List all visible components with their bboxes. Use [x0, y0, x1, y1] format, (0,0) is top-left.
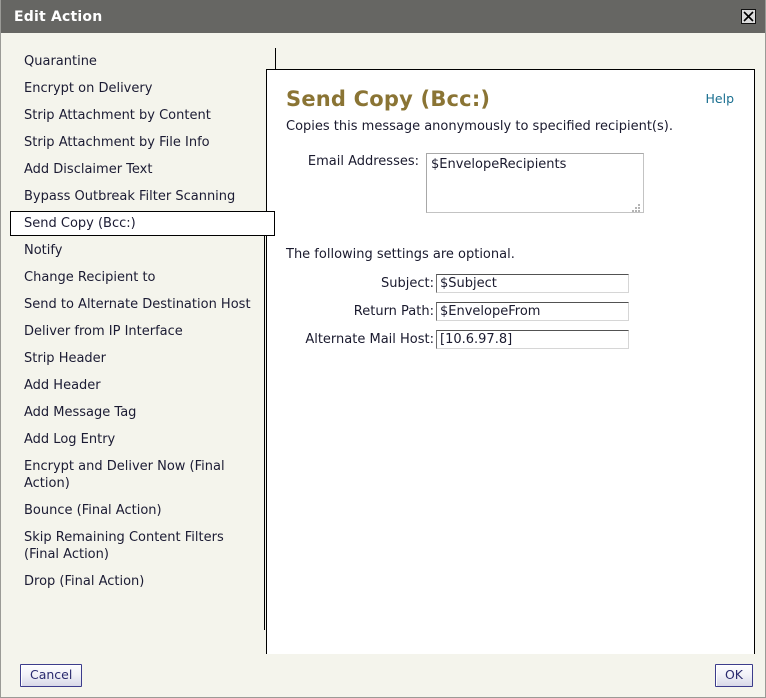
window-titlebar: Edit Action	[1, 0, 765, 33]
page-title: Send Copy (Bcc:)	[286, 87, 491, 111]
alternate-mail-host-input[interactable]	[436, 330, 629, 349]
sidebar-item-add-header[interactable]: Add Header	[11, 373, 265, 398]
sidebar-item-label: Send Copy (Bcc:)	[24, 216, 136, 231]
sidebar-item-label: Add Header	[24, 378, 101, 393]
sidebar-item-label: Drop (Final Action)	[24, 574, 145, 589]
close-icon[interactable]	[741, 9, 756, 24]
subject-label: Subject:	[381, 276, 434, 291]
sidebar-item-deliver-from-ip-interface[interactable]: Deliver from IP Interface	[11, 319, 265, 344]
edit-action-dialog: Edit Action Quarantine Encrypt on Delive…	[0, 0, 766, 698]
sidebar-item-label: Encrypt on Delivery	[24, 81, 153, 96]
email-addresses-input[interactable]	[426, 153, 644, 213]
sidebar-item-add-disclaimer-text[interactable]: Add Disclaimer Text	[11, 157, 265, 182]
sidebar-item-label: Strip Header	[24, 351, 107, 366]
sidebar-item-send-copy-bcc[interactable]: Send Copy (Bcc:)	[10, 211, 275, 236]
sidebar-item-add-log-entry[interactable]: Add Log Entry	[11, 427, 265, 452]
sidebar-item-label: Strip Attachment by File Info	[24, 135, 210, 150]
alternate-mail-host-label: Alternate Mail Host:	[305, 332, 434, 347]
panel-description: Copies this message anonymously to speci…	[286, 119, 673, 134]
sidebar-item-quarantine[interactable]: Quarantine	[11, 49, 265, 74]
sidebar-item-label: Deliver from IP Interface	[24, 324, 183, 339]
ok-button[interactable]: OK	[714, 664, 753, 687]
sidebar-item-label: Change Recipient to	[24, 270, 156, 285]
return-path-label: Return Path:	[353, 304, 434, 319]
return-path-input[interactable]	[436, 302, 629, 321]
sidebar-item-change-recipient-to[interactable]: Change Recipient to	[11, 265, 265, 290]
sidebar-item-strip-attachment-by-file-info[interactable]: Strip Attachment by File Info	[11, 130, 265, 155]
action-list: Quarantine Encrypt on Delivery Strip Att…	[10, 48, 276, 630]
sidebar-item-strip-attachment-by-content[interactable]: Strip Attachment by Content	[11, 103, 265, 128]
action-detail-panel: Send Copy (Bcc:) Help Copies this messag…	[266, 69, 755, 688]
sidebar-item-label: Notify	[24, 243, 63, 258]
sidebar-item-encrypt-on-delivery[interactable]: Encrypt on Delivery	[11, 76, 265, 101]
subject-row: Subject:	[286, 274, 734, 293]
dialog-body: Quarantine Encrypt on Delivery Strip Att…	[1, 33, 765, 697]
sidebar-item-label: Bounce (Final Action)	[24, 503, 162, 518]
sidebar-item-send-to-alternate-destination-host[interactable]: Send to Alternate Destination Host	[11, 292, 265, 317]
sidebar-item-add-message-tag[interactable]: Add Message Tag	[11, 400, 265, 425]
sidebar-item-bypass-outbreak-filter-scanning[interactable]: Bypass Outbreak Filter Scanning	[11, 184, 265, 209]
email-addresses-group: Email Addresses:	[286, 153, 734, 217]
sidebar-item-label: Encrypt and Deliver Now (Final Action)	[24, 459, 225, 491]
sidebar-item-skip-remaining-content-filters[interactable]: Skip Remaining Content Filters (Final Ac…	[11, 525, 265, 567]
sidebar-item-label: Skip Remaining Content Filters (Final Ac…	[24, 530, 224, 562]
sidebar-item-label: Quarantine	[24, 54, 97, 69]
sidebar-item-encrypt-and-deliver-now[interactable]: Encrypt and Deliver Now (Final Action)	[11, 454, 265, 496]
sidebar-item-drop[interactable]: Drop (Final Action)	[11, 569, 265, 594]
dialog-footer: Cancel OK	[1, 654, 765, 697]
sidebar-item-bounce[interactable]: Bounce (Final Action)	[11, 498, 265, 523]
return-path-row: Return Path:	[286, 302, 734, 321]
optional-settings-note: The following settings are optional.	[286, 247, 515, 262]
subject-input[interactable]	[436, 274, 629, 293]
sidebar-item-label: Add Disclaimer Text	[24, 162, 153, 177]
sidebar-item-label: Bypass Outbreak Filter Scanning	[24, 189, 236, 204]
sidebar-item-label: Add Log Entry	[24, 432, 116, 447]
help-link[interactable]: Help	[706, 87, 735, 106]
sidebar-item-label: Send to Alternate Destination Host	[24, 297, 251, 312]
alternate-mail-host-row: Alternate Mail Host:	[286, 330, 734, 349]
sidebar-item-notify[interactable]: Notify	[11, 238, 265, 263]
panel-header: Send Copy (Bcc:) Help	[286, 87, 734, 112]
cancel-button[interactable]: Cancel	[20, 664, 83, 687]
window-title: Edit Action	[14, 8, 103, 25]
email-addresses-wrapper	[426, 153, 644, 217]
sidebar-item-strip-header[interactable]: Strip Header	[11, 346, 265, 371]
sidebar-item-label: Strip Attachment by Content	[24, 108, 211, 123]
sidebar-item-label: Add Message Tag	[24, 405, 137, 420]
email-addresses-label: Email Addresses:	[307, 154, 419, 169]
email-addresses-row: Email Addresses:	[286, 153, 734, 217]
